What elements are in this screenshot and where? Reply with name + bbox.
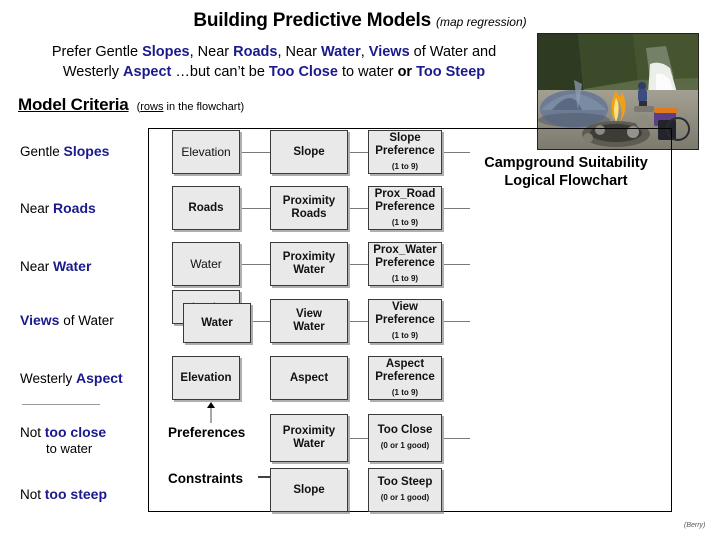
node-prox-water-preference[interactable]: Prox_Water Preference (1 to 9) bbox=[368, 242, 442, 286]
model-criteria-note: (rows in the flowchart) bbox=[136, 101, 245, 113]
connector-views-c-out bbox=[444, 321, 470, 322]
constraints-label: Constraints bbox=[168, 471, 244, 486]
intro-term-too-steep: Too Steep bbox=[412, 64, 486, 80]
intro-term-aspect: Aspect bbox=[123, 64, 172, 80]
criteria-item-keyword: Slopes bbox=[63, 143, 110, 159]
node-range-label: (1 to 9) bbox=[391, 161, 419, 171]
node-aspect-preference[interactable]: Aspect Preference (1 to 9) bbox=[368, 356, 442, 400]
connector-slope-c-out bbox=[444, 152, 470, 153]
page-title-main: Building Predictive Models bbox=[193, 10, 431, 31]
node-elevation-slope[interactable]: Elevation bbox=[172, 130, 240, 174]
node-slope-constraint[interactable]: Slope bbox=[270, 468, 348, 512]
criteria-item-slopes: Gentle Slopes bbox=[20, 143, 110, 159]
page-title: Building Predictive Models (map regressio… bbox=[0, 10, 720, 32]
model-criteria-title: Model Criteria bbox=[18, 95, 129, 114]
connector-roads-b-c bbox=[350, 208, 368, 209]
node-proximity-water-constraint[interactable]: Proximity Water bbox=[270, 414, 348, 462]
node-proximity-water[interactable]: Proximity Water bbox=[270, 242, 348, 286]
model-criteria-note-rows: rows bbox=[140, 101, 164, 113]
connector-slope-a-b bbox=[242, 152, 270, 153]
node-range-label: (0 or 1 good) bbox=[380, 493, 430, 502]
criteria-item-too-steep: Not too steep bbox=[20, 486, 107, 502]
node-slope[interactable]: Slope bbox=[270, 130, 348, 174]
intro-paragraph: Prefer Gentle Slopes, Near Roads, Near W… bbox=[14, 42, 534, 82]
node-range-label: (1 to 9) bbox=[391, 273, 419, 283]
intro-term-or: or bbox=[397, 64, 413, 80]
criteria-item-aspect: Westerly Aspect bbox=[20, 370, 123, 386]
intro-term-views: Views bbox=[368, 44, 410, 60]
connector-roads-c-out bbox=[444, 208, 470, 209]
intro-line-1: Prefer Gentle Slopes, Near Roads, Near W… bbox=[51, 44, 497, 60]
flowchart-title-line-2: Logical Flowchart bbox=[504, 173, 628, 189]
criteria-item-subtext: to water bbox=[46, 441, 93, 456]
connector-roads-a-b bbox=[242, 208, 270, 209]
criteria-item-keyword: Water bbox=[53, 258, 92, 274]
node-proximity-roads[interactable]: Proximity Roads bbox=[270, 186, 348, 230]
intro-term-too-close: Too Close bbox=[268, 64, 338, 80]
node-range-label: (0 or 1 good) bbox=[380, 441, 430, 450]
node-roads[interactable]: Roads bbox=[172, 186, 240, 230]
connector-slope-b-c bbox=[350, 152, 368, 153]
node-too-steep[interactable]: Too Steep (0 or 1 good) bbox=[368, 468, 442, 512]
connector-views-b-c bbox=[350, 321, 368, 322]
flowchart-title: Campground Suitability Logical Flowchart bbox=[462, 154, 670, 190]
node-range-label: (1 to 9) bbox=[391, 387, 419, 397]
flowchart-title-line-1: Campground Suitability bbox=[484, 155, 648, 171]
connector-too-close-b-c bbox=[350, 438, 368, 439]
connector-too-close-c-out bbox=[444, 438, 470, 439]
criteria-item-keyword: too close bbox=[44, 424, 107, 440]
node-prox-road-preference[interactable]: Prox_Road Preference (1 to 9) bbox=[368, 186, 442, 230]
model-criteria-header: Model Criteria (rows in the flowchart) bbox=[18, 95, 244, 115]
criteria-item-too-close: Not too close to water bbox=[20, 424, 155, 457]
credit-label: (Berry) bbox=[684, 522, 706, 529]
connector-water-c-out bbox=[444, 264, 470, 265]
criteria-item-keyword: Views bbox=[20, 312, 60, 328]
node-aspect[interactable]: Aspect bbox=[270, 356, 348, 400]
intro-term-water: Water bbox=[320, 44, 361, 60]
node-view-water[interactable]: View Water bbox=[270, 299, 348, 343]
criteria-item-views: Views of Water bbox=[20, 312, 114, 328]
intro-line-2: Westerly Aspect …but can’t be Too Close … bbox=[62, 64, 486, 80]
intro-term-roads: Roads bbox=[233, 44, 278, 60]
connector-views-a-b bbox=[253, 321, 270, 322]
criteria-item-keyword: too steep bbox=[44, 486, 107, 502]
intro-term-slopes: Slopes bbox=[142, 44, 190, 60]
connector-water-b-c bbox=[350, 264, 368, 265]
criteria-item-keyword: Aspect bbox=[76, 370, 123, 386]
page-title-subtitle: (map regression) bbox=[435, 15, 527, 29]
criteria-item-keyword: Roads bbox=[53, 200, 96, 216]
node-water-views[interactable]: Water bbox=[183, 303, 251, 343]
node-view-preference[interactable]: View Preference (1 to 9) bbox=[368, 299, 442, 343]
preferences-label: Preferences bbox=[168, 425, 246, 440]
node-range-label: (1 to 9) bbox=[391, 217, 419, 227]
connector-water-a-b bbox=[242, 264, 270, 265]
node-too-close[interactable]: Too Close (0 or 1 good) bbox=[368, 414, 442, 462]
node-slope-preference[interactable]: Slope Preference (1 to 9) bbox=[368, 130, 442, 174]
preferences-up-arrow-icon bbox=[207, 402, 215, 423]
criteria-item-roads: Near Roads bbox=[20, 200, 96, 216]
node-elevation-aspect[interactable]: Elevation bbox=[172, 356, 240, 400]
node-water[interactable]: Water bbox=[172, 242, 240, 286]
criteria-divider bbox=[22, 404, 100, 405]
node-range-label: (1 to 9) bbox=[391, 330, 419, 340]
criteria-item-water: Near Water bbox=[20, 258, 92, 274]
